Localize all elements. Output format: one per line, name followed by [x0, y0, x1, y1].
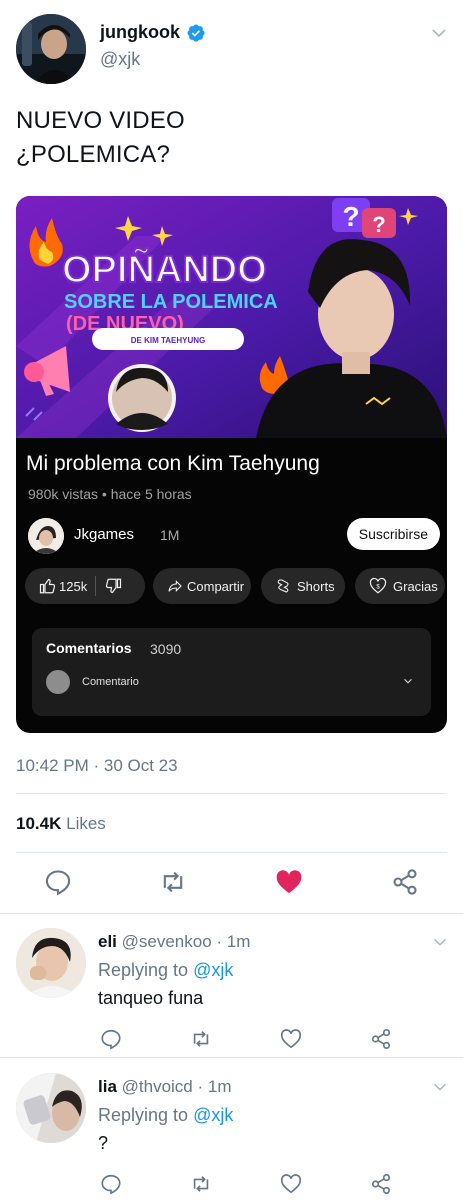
thanks-icon: $ [369, 577, 387, 594]
comments-panel[interactable]: Comentarios 3090 Comentario [32, 628, 431, 716]
share-arrow-icon [168, 580, 182, 592]
divider [16, 852, 447, 853]
author-display-name[interactable]: jungkook [100, 22, 180, 43]
reply-icon[interactable] [100, 1028, 122, 1050]
reply-text: tanqueo funa [98, 988, 204, 1008]
replying-to-link[interactable]: @xjk [193, 960, 233, 980]
divider [16, 793, 447, 794]
heart-icon[interactable] [280, 1173, 302, 1195]
thumbnail-title-line: OPIÑANDO [62, 247, 267, 291]
reply-tweet[interactable]: eli @sevenkoo · 1m Replying to @xjk tanq… [0, 916, 463, 1061]
share-icon[interactable] [370, 1173, 392, 1195]
reply-time: · 1m [197, 1077, 232, 1096]
tweet-text-line: NUEVO VIDEO [16, 107, 185, 134]
reply-action-bar [98, 1028, 398, 1052]
share-video-button[interactable]: Compartir [153, 568, 251, 604]
reply-time: · 1m [216, 932, 251, 951]
channel-row: Jkgames 1M Suscribirse [28, 518, 440, 554]
replying-to-label: Replying to [98, 1105, 189, 1125]
tweet-action-bar [0, 862, 463, 902]
reply-tweet[interactable]: lia @thvoicd · 1m Replying to @xjk ? [0, 1061, 463, 1200]
reply-icon[interactable] [100, 1173, 122, 1195]
svg-text:$: $ [376, 584, 380, 590]
video-thumbnail[interactable]: ? ? OPIÑANDO SOBRE LA POLEMICA (DE NUEVO… [16, 196, 447, 438]
tweet-header: jungkook @xjk [16, 14, 448, 86]
chevron-down-icon[interactable] [432, 934, 448, 950]
channel-avatar[interactable] [28, 518, 64, 554]
comment-user-avatar [46, 670, 70, 694]
heart-filled-icon[interactable] [275, 868, 303, 896]
attached-video-screenshot[interactable]: ? ? OPIÑANDO SOBRE LA POLEMICA (DE NUEVO… [16, 196, 447, 733]
like-dislike-pill: 125k [25, 568, 145, 604]
reply-author-handle[interactable]: @sevenkoo [122, 932, 212, 951]
svg-text:?: ? [342, 201, 359, 232]
tweet-timestamp[interactable]: 10:42 PM · 30 Oct 23 [16, 756, 178, 776]
video-title[interactable]: Mi problema con Kim Taehyung [26, 452, 320, 476]
reply-avatar[interactable] [16, 1073, 86, 1143]
replying-to-link[interactable]: @xjk [193, 1105, 233, 1125]
likes-stat[interactable]: 10.4K Likes [16, 814, 106, 834]
thumbnail-tag: DE KIM TAEHYUNG [131, 336, 206, 345]
retweet-icon[interactable] [190, 1028, 212, 1050]
likes-label: Likes [66, 814, 106, 833]
shorts-label: Shorts [297, 578, 335, 594]
chevron-down-icon[interactable] [430, 24, 448, 42]
thanks-button[interactable]: $ Gracias [355, 568, 445, 604]
comment-input-placeholder[interactable]: Comentario [82, 676, 139, 688]
reply-text: ? [98, 1133, 109, 1153]
shorts-icon [277, 579, 289, 593]
divider [0, 1057, 463, 1058]
chevron-down-icon[interactable] [432, 1079, 448, 1095]
thanks-label: Gracias [393, 578, 438, 594]
share-label: Compartir [187, 578, 245, 594]
like-count[interactable]: 125k [59, 579, 87, 594]
channel-subscribers: 1M [160, 527, 180, 543]
shorts-button[interactable]: Shorts [261, 568, 345, 604]
heart-icon[interactable] [280, 1028, 302, 1050]
share-icon[interactable] [370, 1028, 392, 1050]
share-icon[interactable] [391, 868, 419, 896]
thumbnail-subtitle-line: SOBRE LA POLEMICA [64, 291, 278, 313]
reply-avatar[interactable] [16, 928, 86, 998]
verified-badge-icon [187, 23, 205, 42]
reply-action-bar [98, 1173, 398, 1197]
retweet-icon[interactable] [159, 868, 187, 896]
reply-author-handle[interactable]: @thvoicd [122, 1077, 193, 1096]
reply-icon[interactable] [44, 868, 72, 896]
comments-title: Comentarios [46, 640, 132, 656]
thumb-down-icon[interactable] [104, 577, 122, 595]
video-meta: 980k vistas • hace 5 horas [28, 486, 192, 502]
subscribe-button[interactable]: Suscribirse [346, 518, 440, 550]
reply-author-name[interactable]: eli [98, 932, 117, 951]
author-username[interactable]: @xjk [100, 49, 206, 70]
svg-text:?: ? [372, 212, 385, 237]
tweet-text: NUEVO VIDEO ¿POLEMICA? [16, 104, 185, 172]
video-action-row: 125k Compartir Shorts $ Gracias [25, 568, 445, 604]
comments-count: 3090 [150, 641, 182, 657]
replying-to-label: Replying to [98, 960, 189, 980]
chevron-down-icon[interactable] [401, 674, 415, 688]
author-avatar[interactable] [16, 14, 86, 84]
thumb-up-icon[interactable] [39, 577, 57, 595]
retweet-icon[interactable] [190, 1173, 212, 1195]
reply-author-name[interactable]: lia [98, 1077, 117, 1096]
divider [0, 913, 463, 914]
channel-name[interactable]: Jkgames [74, 526, 134, 543]
tweet-text-line: ¿POLEMICA? [16, 141, 171, 168]
likes-count: 10.4K [16, 814, 62, 833]
